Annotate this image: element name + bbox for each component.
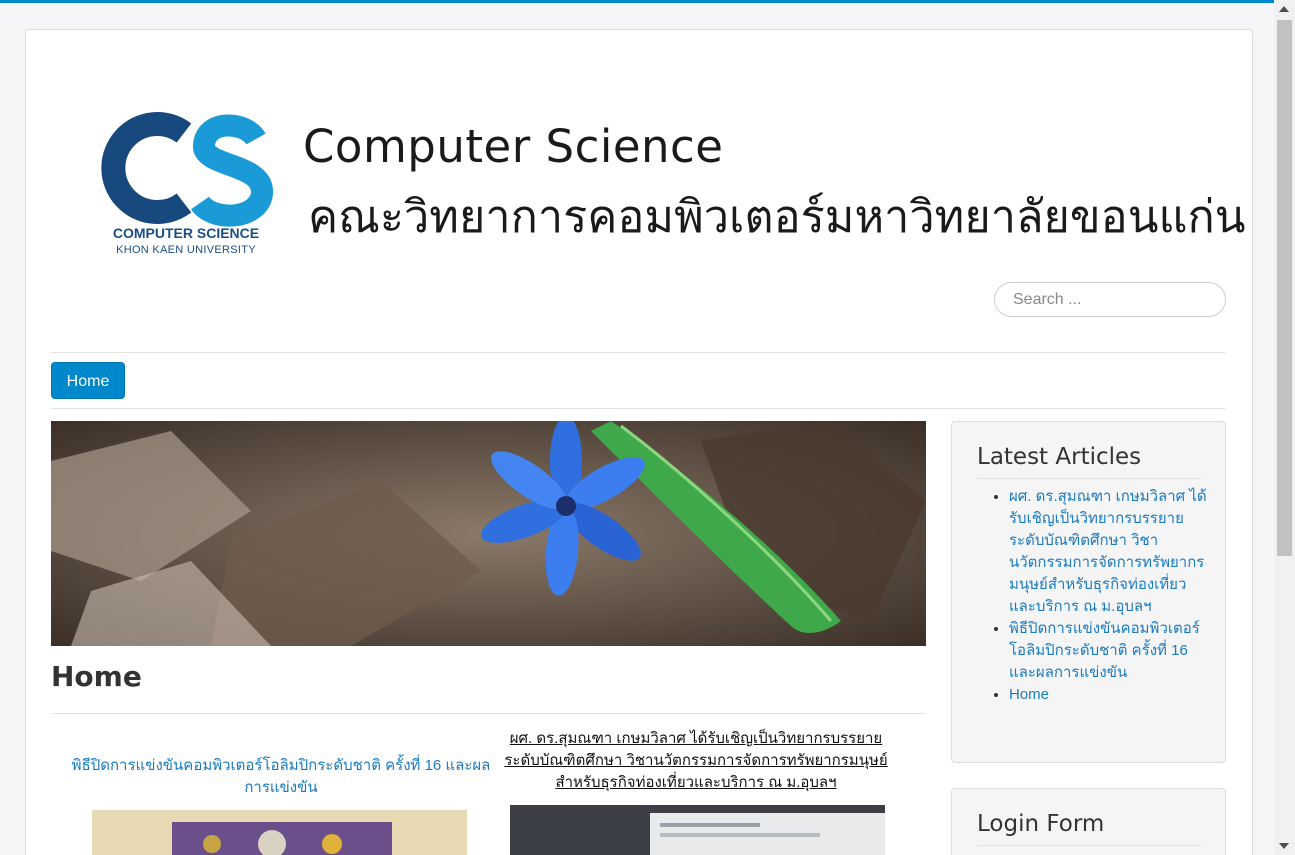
article-link[interactable]: ผศ. ดร.สุมณฑา เกษมวิลาศ ได้รับเชิญเป็นวิ… <box>496 728 896 794</box>
latest-article-item[interactable]: ผศ. ดร.สุมณฑา เกษมวิลาศ ได้รับเชิญเป็นวิ… <box>1009 486 1209 618</box>
scrollbar-thumb[interactable] <box>1277 20 1292 556</box>
nav-divider <box>51 408 1226 409</box>
scroll-up-icon[interactable] <box>1279 6 1289 12</box>
article-thumbnail[interactable] <box>510 805 885 855</box>
logo-thai-name: คณะวิทยาการคอมพิวเตอร์มหาวิทยาลัยขอนแก่น <box>308 190 1246 243</box>
latest-articles-module: Latest Articles ผศ. ดร.สุมณฑา เกษมวิลาศ … <box>951 421 1226 763</box>
latest-article-item[interactable]: Home <box>1009 684 1209 706</box>
logo-cs-name: COMPUTER SCIENCE <box>112 225 260 241</box>
search-input[interactable] <box>994 282 1226 317</box>
title-divider <box>51 713 926 714</box>
login-form-module: Login Form <box>951 788 1226 855</box>
module-divider <box>977 478 1202 479</box>
blue-flower-photo <box>51 421 926 646</box>
header-divider <box>51 352 1226 353</box>
latest-articles-title: Latest Articles <box>977 444 1142 470</box>
top-accent-bar <box>0 0 1274 3</box>
logo-title: Computer Science <box>303 120 724 173</box>
logo-cs-university: KHON KAEN UNIVERSITY <box>116 244 256 256</box>
latest-articles-list: ผศ. ดร.สุมณฑา เกษมวิลาศ ได้รับเชิญเป็นวิ… <box>1009 486 1209 706</box>
vertical-scrollbar[interactable] <box>1274 0 1295 855</box>
module-divider <box>977 845 1202 846</box>
article-thumbnail[interactable] <box>92 810 467 855</box>
page-container: COMPUTER SCIENCE KHON KAEN UNIVERSITY Co… <box>25 29 1253 855</box>
login-form-title: Login Form <box>977 811 1105 837</box>
banner-image <box>51 421 926 646</box>
nav-home-button[interactable]: Home <box>51 362 125 399</box>
scroll-down-icon[interactable] <box>1279 843 1289 849</box>
page-title: Home <box>51 660 142 693</box>
cs-logo-icon <box>101 112 273 227</box>
latest-article-item[interactable]: พิธีปิดการแข่งขันคอมพิวเตอร์โอลิมปิกระดั… <box>1009 618 1209 684</box>
site-logo[interactable]: COMPUTER SCIENCE KHON KAEN UNIVERSITY Co… <box>96 105 1245 265</box>
article-link[interactable]: พิธีปิดการแข่งขันคอมพิวเตอร์โอลิมปิกระดั… <box>71 755 491 799</box>
